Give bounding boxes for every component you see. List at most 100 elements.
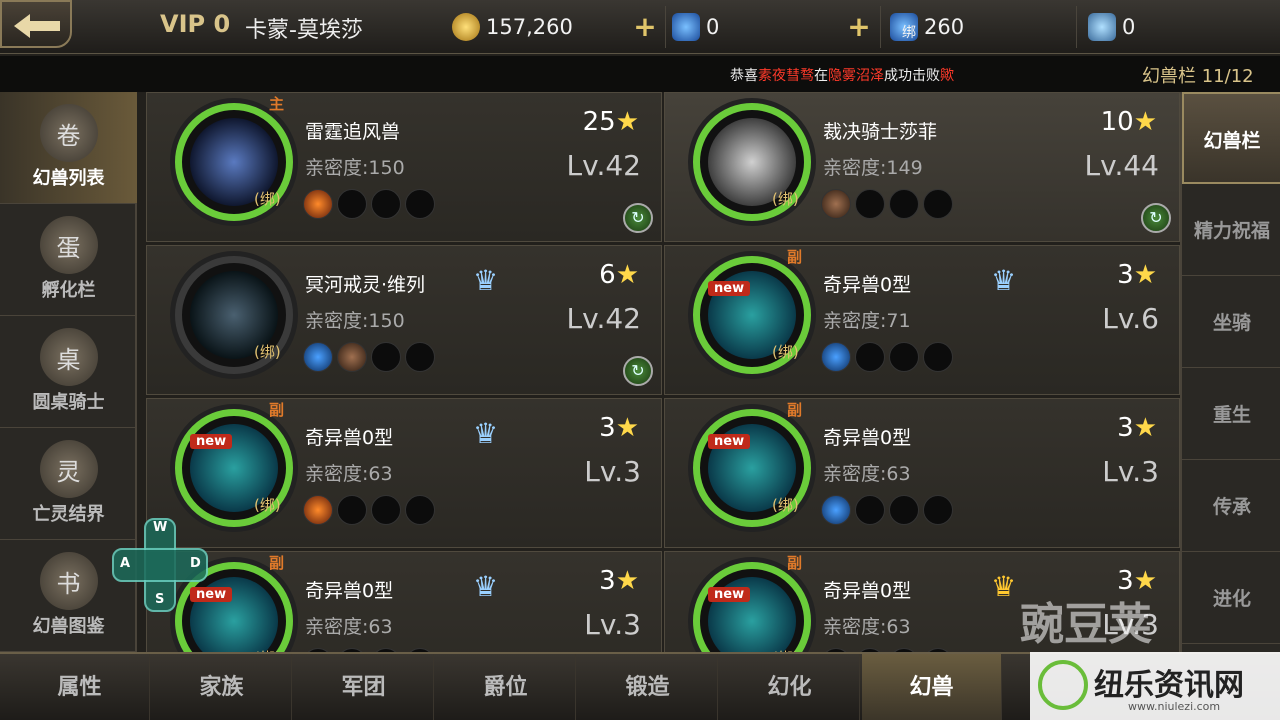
beast-stars: 25★	[583, 107, 639, 137]
beast-portrait[interactable]: new(绑)	[175, 409, 293, 527]
skill-slot[interactable]	[337, 342, 367, 372]
skill-slot[interactable]	[821, 342, 851, 372]
bottom-tab-6[interactable]: 幻兽	[862, 654, 1002, 720]
beast-portrait[interactable]: (绑)	[693, 103, 811, 221]
wasd-dpad[interactable]: W A D S	[112, 518, 208, 612]
star-icon: ★	[615, 413, 639, 443]
skill-slot[interactable]	[821, 189, 851, 219]
skill-slot[interactable]	[337, 189, 367, 219]
beast-affinity: 亲密度:150	[305, 157, 405, 179]
left-nav-label: 圆桌骑士	[32, 392, 105, 413]
bottom-tab-4[interactable]: 锻造	[578, 654, 718, 720]
beast-card[interactable]: new (绑) 副奇异兽0型 亲密度:63 3★ Lv.3	[664, 398, 1180, 548]
beast-portrait[interactable]: new(绑)	[693, 562, 811, 652]
broadcast-message: 恭喜素夜彗骛在隐雾沼泽成功击败歟	[730, 65, 954, 85]
beast-portrait[interactable]: (绑)	[175, 256, 293, 374]
dpad-up-key[interactable]: W	[153, 520, 167, 535]
star-count: 3	[1117, 413, 1134, 443]
swap-icon[interactable]: ↻	[1141, 203, 1171, 233]
left-nav-label: 幻兽列表	[32, 168, 105, 189]
right-nav-item-2[interactable]: 坐骑	[1182, 276, 1280, 368]
swap-icon[interactable]: ↻	[623, 356, 653, 386]
vip-level: VIP 0	[160, 10, 231, 38]
dpad-down-key[interactable]: S	[155, 592, 164, 607]
right-nav-item-4[interactable]: 传承	[1182, 460, 1280, 552]
add-gold-button[interactable]: +	[632, 13, 658, 41]
star-count: 3	[1117, 260, 1134, 290]
right-nav-item-5[interactable]: 进化	[1182, 552, 1280, 644]
dpad-left-key[interactable]: A	[120, 556, 130, 571]
swap-icon[interactable]: ↻	[623, 203, 653, 233]
roundtable-icon: 桌	[39, 328, 98, 386]
beast-affinity: 亲密度:63	[823, 463, 911, 485]
skill-slot[interactable]	[855, 189, 885, 219]
star-icon: ★	[1133, 107, 1157, 137]
skill-slot[interactable]	[923, 342, 953, 372]
add-diamond-button[interactable]: +	[846, 13, 872, 41]
crystal-counter: 0	[1088, 10, 1135, 44]
right-nav-item-3[interactable]: 重生	[1182, 368, 1280, 460]
beast-card[interactable]: new(绑)副奇异兽0型亲密度:63♛3★Lv.3	[146, 398, 662, 548]
diamond-icon	[672, 13, 700, 41]
star-count: 6	[599, 260, 616, 290]
right-nav: 幻兽栏 精力祝福 坐骑 重生 传承 进化	[1180, 92, 1280, 652]
beast-card[interactable]: new (绑) 副奇异兽0型 亲密度:71 ♛ 3★ Lv.6	[664, 245, 1180, 395]
left-nav-item-1[interactable]: 蛋孵化栏	[0, 204, 137, 316]
beast-affinity: 亲密度:150	[305, 310, 405, 332]
beast-portrait[interactable]: (绑)	[175, 103, 293, 221]
star-icon: ★	[615, 566, 639, 596]
left-nav-label: 孵化栏	[41, 280, 96, 301]
beast-card[interactable]: new(绑)副奇异兽0型亲密度:63♛3★Lv.3	[146, 551, 662, 652]
star-icon: ★	[615, 260, 639, 290]
skill-slot[interactable]	[889, 495, 919, 525]
skill-slot[interactable]	[303, 342, 333, 372]
skill-slot[interactable]	[405, 342, 435, 372]
skill-slot[interactable]	[371, 342, 401, 372]
left-nav-label: 幻兽图鉴	[32, 616, 105, 637]
back-button[interactable]	[0, 0, 72, 48]
skill-slot[interactable]	[821, 495, 851, 525]
beast-portrait[interactable]: new(绑)	[693, 409, 811, 527]
skill-slot[interactable]	[923, 495, 953, 525]
skill-slot[interactable]	[371, 495, 401, 525]
skill-slot[interactable]	[405, 495, 435, 525]
left-nav-item-2[interactable]: 桌圆桌骑士	[0, 316, 137, 428]
beast-name: 奇异兽0型	[823, 580, 912, 602]
skill-slot[interactable]	[855, 342, 885, 372]
crystal-icon	[1088, 13, 1116, 41]
skill-slot[interactable]	[371, 189, 401, 219]
right-nav-item-0[interactable]: 幻兽栏	[1182, 92, 1280, 184]
notice-prefix: 恭喜	[730, 68, 758, 84]
skill-slot[interactable]	[303, 189, 333, 219]
bottom-tab-2[interactable]: 军团	[294, 654, 434, 720]
bottom-tab-3[interactable]: 爵位	[436, 654, 576, 720]
crown-icon: ♛	[991, 264, 1017, 297]
beast-card[interactable]: (绑) 主雷霆追风兽 亲密度:150 25★ Lv.42 ↻	[146, 92, 662, 242]
beast-card[interactable]: (绑) 冥河戒灵·维列 亲密度:150 ♛ 6★ Lv.42 ↻	[146, 245, 662, 395]
skill-slot[interactable]	[923, 189, 953, 219]
beast-portrait[interactable]: new(绑)	[693, 256, 811, 374]
bottom-tab-0[interactable]: 属性	[10, 654, 150, 720]
bottom-tab-1[interactable]: 家族	[152, 654, 292, 720]
beast-card[interactable]: (绑) 裁决骑士莎菲 亲密度:149 10★ Lv.44 ↻	[664, 92, 1180, 242]
beast-affinity: 亲密度:149	[823, 157, 923, 179]
dpad-right-key[interactable]: D	[190, 556, 201, 571]
notice-player: 素夜彗骛	[758, 68, 814, 84]
left-nav-item-0[interactable]: 卷幻兽列表	[0, 92, 137, 204]
new-badge: new	[708, 281, 751, 296]
beast-name: 冥河戒灵·维列	[305, 274, 426, 296]
skill-slot[interactable]	[889, 189, 919, 219]
skill-slot[interactable]	[303, 495, 333, 525]
notice-place: 隐雾沼泽	[828, 68, 884, 84]
skill-slot[interactable]	[337, 495, 367, 525]
star-count: 3	[599, 413, 616, 443]
right-nav-item-1[interactable]: 精力祝福	[1182, 184, 1280, 276]
skill-slot[interactable]	[855, 495, 885, 525]
beast-stars: 3★	[1117, 413, 1157, 443]
skill-slot[interactable]	[889, 342, 919, 372]
skill-slot[interactable]	[405, 189, 435, 219]
bottom-tab-5[interactable]: 幻化	[720, 654, 860, 720]
role-badge: 副	[269, 401, 285, 419]
gold-amount: 157,260	[486, 15, 573, 39]
star-count: 3	[599, 566, 616, 596]
